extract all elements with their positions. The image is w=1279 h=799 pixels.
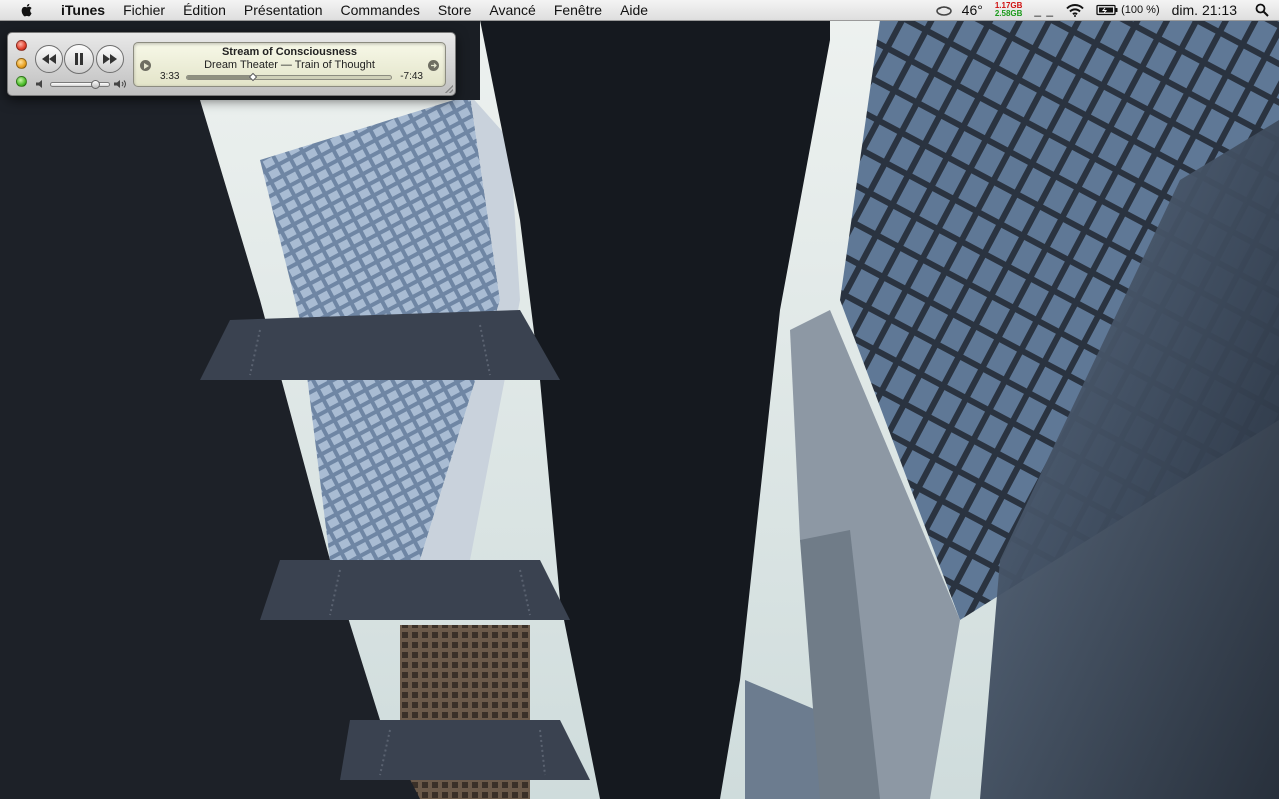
spotlight-button[interactable] <box>1255 3 1269 17</box>
window-controls <box>16 40 28 87</box>
pause-icon <box>75 53 83 65</box>
search-icon <box>1255 3 1269 17</box>
fast-forward-icon <box>103 54 117 64</box>
volume-slider-knob[interactable] <box>90 79 100 89</box>
volume-control <box>36 77 128 91</box>
memory-status[interactable]: 1.17GB 2.58GB <box>995 2 1023 18</box>
cpu-meter[interactable]: _ _ <box>1034 0 1054 21</box>
resize-handle[interactable] <box>445 85 453 93</box>
playhead[interactable] <box>248 72 258 82</box>
progress-fill <box>187 76 253 79</box>
wallpaper-image <box>0 0 1279 799</box>
itunes-mini-player: Stream of Consciousness Dream Theater — … <box>7 32 456 96</box>
weather-icon <box>935 6 952 16</box>
temperature-label: 46° <box>961 1 983 18</box>
battery-status[interactable]: (100 %) <box>1096 0 1160 21</box>
menu-bar-left: iTunes Fichier Édition Présentation Comm… <box>0 0 657 20</box>
volume-high-icon <box>114 80 126 88</box>
menu-aide[interactable]: Aide <box>611 0 657 21</box>
lcd-left-button[interactable] <box>140 60 151 71</box>
artist-album: Dream Theater — Train of Thought <box>204 59 375 71</box>
wifi-status[interactable] <box>1066 3 1084 17</box>
menu-fenetre[interactable]: Fenêtre <box>545 0 611 21</box>
battery-percent: (100 %) <box>1121 3 1160 16</box>
menu-edition[interactable]: Édition <box>174 0 235 21</box>
close-button[interactable] <box>16 40 27 51</box>
menu-bar: iTunes Fichier Édition Présentation Comm… <box>0 0 1279 21</box>
menu-store[interactable]: Store <box>429 0 480 21</box>
volume-slider[interactable] <box>50 79 110 89</box>
menu-itunes[interactable]: iTunes <box>52 0 114 21</box>
play-small-icon <box>143 62 149 69</box>
progress-bar[interactable] <box>186 72 392 82</box>
weather-status[interactable]: 46° <box>935 0 983 21</box>
now-playing-display: Stream of Consciousness Dream Theater — … <box>133 42 446 87</box>
remaining-time: -7:43 <box>400 71 423 82</box>
memory-free-label: 2.58GB <box>994 9 1023 18</box>
elapsed-time: 3:33 <box>160 71 180 82</box>
pause-button[interactable] <box>64 44 94 74</box>
zoom-button[interactable] <box>16 76 27 87</box>
song-title: Stream of Consciousness <box>221 46 358 58</box>
rewind-icon <box>42 54 56 64</box>
volume-low-icon <box>36 80 42 88</box>
next-track-button[interactable] <box>96 45 124 73</box>
menu-commandes[interactable]: Commandes <box>332 0 429 21</box>
previous-track-button[interactable] <box>35 45 63 73</box>
arrow-right-icon <box>431 63 437 68</box>
clock[interactable]: dim. 21:13 <box>1172 0 1237 21</box>
apple-icon[interactable] <box>19 2 35 18</box>
menu-presentation[interactable]: Présentation <box>235 0 332 21</box>
lcd-right-button[interactable] <box>428 60 439 71</box>
battery-icon <box>1096 4 1118 16</box>
desktop-wallpaper <box>0 0 1279 799</box>
menu-avance[interactable]: Avancé <box>480 0 544 21</box>
wifi-icon <box>1066 3 1084 17</box>
minimize-button[interactable] <box>16 58 27 69</box>
menu-bar-status: 46° 1.17GB 2.58GB _ _ (100 %) dim. 21:13 <box>923 0 1279 20</box>
menu-fichier[interactable]: Fichier <box>114 0 174 21</box>
